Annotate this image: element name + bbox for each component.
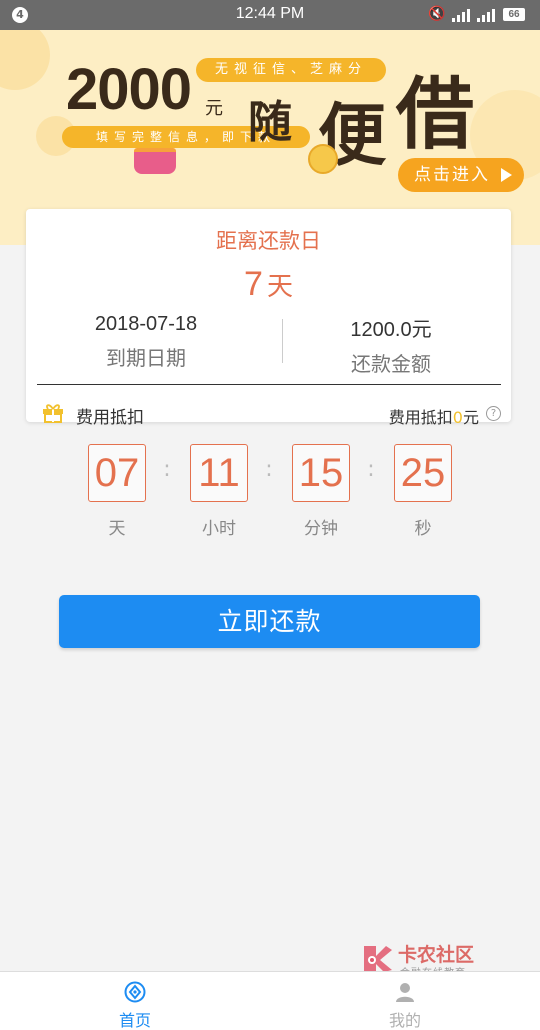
coin-icon — [308, 144, 338, 174]
signal-icon — [452, 8, 470, 22]
countdown-separator: : — [367, 457, 375, 482]
banner-decoration — [0, 30, 50, 90]
countdown-minutes: 15 — [292, 444, 350, 502]
user-icon — [396, 983, 414, 1002]
banner-slogan-3: 借 — [396, 69, 475, 160]
signal-icon-2 — [477, 8, 495, 22]
countdown-separator: : — [265, 457, 273, 482]
divider-horizontal — [37, 384, 501, 385]
card-heading: 距离还款日 — [216, 229, 321, 253]
nav-home[interactable]: 首页 — [0, 972, 270, 1030]
bottom-nav: 首页 我的 — [0, 971, 540, 1030]
due-date-block: 2018-07-18 到期日期 — [26, 313, 266, 371]
fee-deduction-value: 0 — [452, 408, 463, 427]
repay-now-button[interactable]: 立即还款 — [59, 595, 480, 648]
watermark-title: 卡农社区 — [398, 944, 475, 966]
repayment-card: 距离还款日 7天 2018-07-18 到期日期 1200.0元 还款金额 费用… — [26, 209, 511, 428]
countdown-seconds-label: 秒 — [414, 519, 432, 539]
countdown-days: 07 — [88, 444, 146, 502]
help-circle-icon[interactable]: ? — [486, 406, 501, 421]
fee-deduction-prefix: 费用抵扣 — [388, 408, 453, 427]
days-remaining-value: 7 — [244, 265, 263, 303]
due-date-label: 到期日期 — [106, 346, 186, 370]
play-arrow-icon — [501, 168, 512, 182]
nav-mine-label: 我的 — [388, 1011, 421, 1030]
due-date-value: 2018-07-18 — [94, 313, 198, 335]
status-bar: 4 12:44 PM 🔇 66 — [0, 0, 540, 30]
mute-icon: 🔇 — [428, 6, 446, 22]
fee-deduction-label[interactable]: 费用抵扣 — [76, 403, 144, 428]
banner-amount: 2000 — [66, 57, 192, 122]
watermark-logo-icon — [364, 946, 392, 972]
repay-amount-label: 还款金额 — [351, 352, 431, 376]
repay-amount-block: 1200.0元 还款金额 — [271, 313, 511, 377]
nav-home-label: 首页 — [118, 1011, 151, 1030]
banner-enter-label: 点击进入 — [414, 165, 490, 185]
banner-amount-unit: 元 — [205, 98, 223, 119]
nav-mine[interactable]: 我的 — [270, 972, 540, 1030]
banner-enter-button[interactable]: 点击进入 — [398, 158, 524, 192]
banner-slogan-1: 随 — [248, 97, 292, 148]
countdown-minutes-label: 分钟 — [304, 519, 338, 539]
countdown-seconds: 25 — [394, 444, 452, 502]
gift-icon — [43, 404, 63, 423]
countdown-separator: : — [163, 457, 171, 482]
days-remaining: 7天 — [26, 265, 511, 304]
battery-icon: 66 — [503, 8, 525, 21]
basket-icon — [134, 148, 176, 174]
repay-amount-value: 1200.0元 — [350, 319, 432, 341]
countdown-hours-label: 小时 — [202, 519, 236, 539]
countdown-hours: 11 — [190, 444, 248, 502]
countdown-days-label: 天 — [108, 519, 126, 539]
banner-tag-top: 无视征信、芝麻分 — [196, 58, 386, 82]
fee-deduction-amount: 费用抵扣0元 — [389, 404, 479, 428]
days-remaining-unit: 天 — [266, 272, 293, 302]
fee-deduction-unit: 元 — [462, 408, 479, 427]
countdown-timer: 07 : 11 : 15 : 25 天 小时 分钟 秒 — [0, 444, 540, 544]
home-compass-icon — [124, 981, 146, 1003]
